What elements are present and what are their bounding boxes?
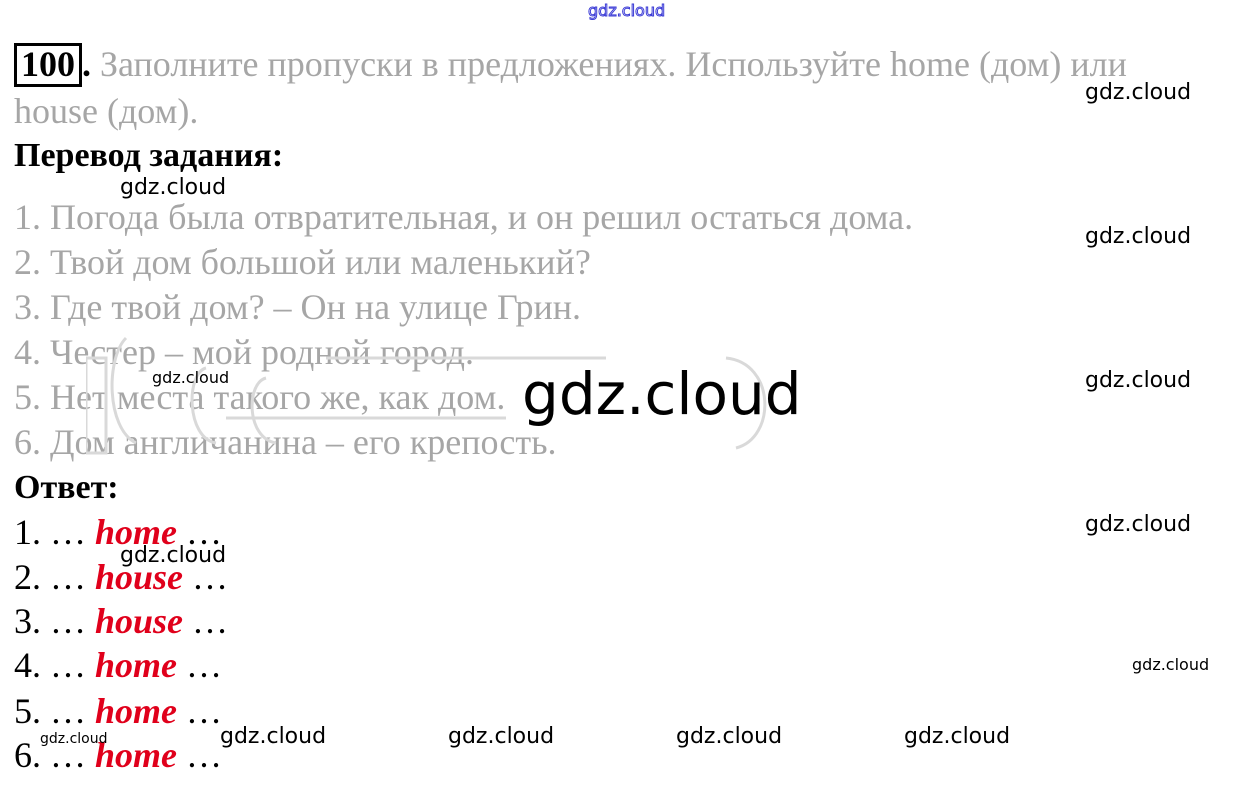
watermark: gdz.cloud	[120, 175, 227, 200]
translation-sentence-3: 3. Где твой дом? – Он на улице Грин.	[14, 287, 582, 327]
watermark: gdz.cloud	[1085, 368, 1192, 393]
watermark: gdz.cloud	[40, 731, 108, 747]
watermark: gdz.cloud	[120, 543, 227, 568]
answer-word: home	[95, 691, 178, 731]
answer-item-4: 4. … home …	[14, 643, 222, 687]
answer-prefix: 2. …	[14, 557, 95, 597]
task-number-box: 100	[14, 43, 82, 87]
answer-word: house	[95, 601, 184, 641]
answer-word: home	[95, 645, 178, 685]
translation-sentence-4: 4. Честер – мой родной город.	[14, 332, 474, 372]
watermark: gdz.cloud	[1085, 512, 1192, 537]
answer-suffix: …	[177, 735, 223, 775]
task-text-1: Заполните пропуски в предложениях. Испол…	[100, 44, 1127, 84]
watermark: gdz.cloud	[1085, 80, 1192, 105]
answer-suffix: …	[183, 601, 229, 641]
answer-prefix: 4. …	[14, 645, 95, 685]
watermark: gdz.cloud	[676, 724, 783, 749]
watermark: gdz.cloud	[152, 368, 230, 387]
watermark: gdz.cloud	[1085, 224, 1192, 249]
answer-heading: Ответ:	[14, 469, 119, 506]
answer-prefix: 1. …	[14, 512, 95, 552]
translation-sentence-1: 1. Погода была отвратительная, и он реши…	[14, 197, 914, 237]
watermark-large: gdz.cloud	[522, 360, 802, 428]
answer-prefix: 3. …	[14, 601, 95, 641]
watermark: gdz.cloud	[904, 724, 1011, 749]
task-statement-line-1: 100. Заполните пропуски в предложениях. …	[14, 42, 1127, 87]
translation-heading: Перевод задания:	[14, 137, 284, 174]
task-statement-line-2: house (дом).	[14, 91, 199, 131]
watermark: gdz.cloud	[448, 724, 555, 749]
watermark: gdz.cloud	[220, 724, 327, 749]
answer-prefix: 5. …	[14, 691, 95, 731]
document-page: gdz.cloud 100. Заполните пропуски в пред…	[0, 0, 1253, 788]
translation-sentence-6: 6. Дом англичанина – его крепость.	[14, 422, 557, 462]
answer-suffix: …	[177, 645, 223, 685]
answer-item-3: 3. … house …	[14, 599, 228, 643]
answer-suffix: …	[177, 691, 223, 731]
answer-item-5: 5. … home …	[14, 689, 222, 733]
translation-sentence-2: 2. Твой дом большой или маленький?	[14, 242, 591, 282]
top-watermark: gdz.cloud	[587, 1, 666, 21]
translation-sentence-5: 5. Нет места такого же, как дом.	[14, 377, 506, 417]
watermark: gdz.cloud	[1132, 655, 1210, 674]
task-number-dot: .	[82, 44, 91, 84]
